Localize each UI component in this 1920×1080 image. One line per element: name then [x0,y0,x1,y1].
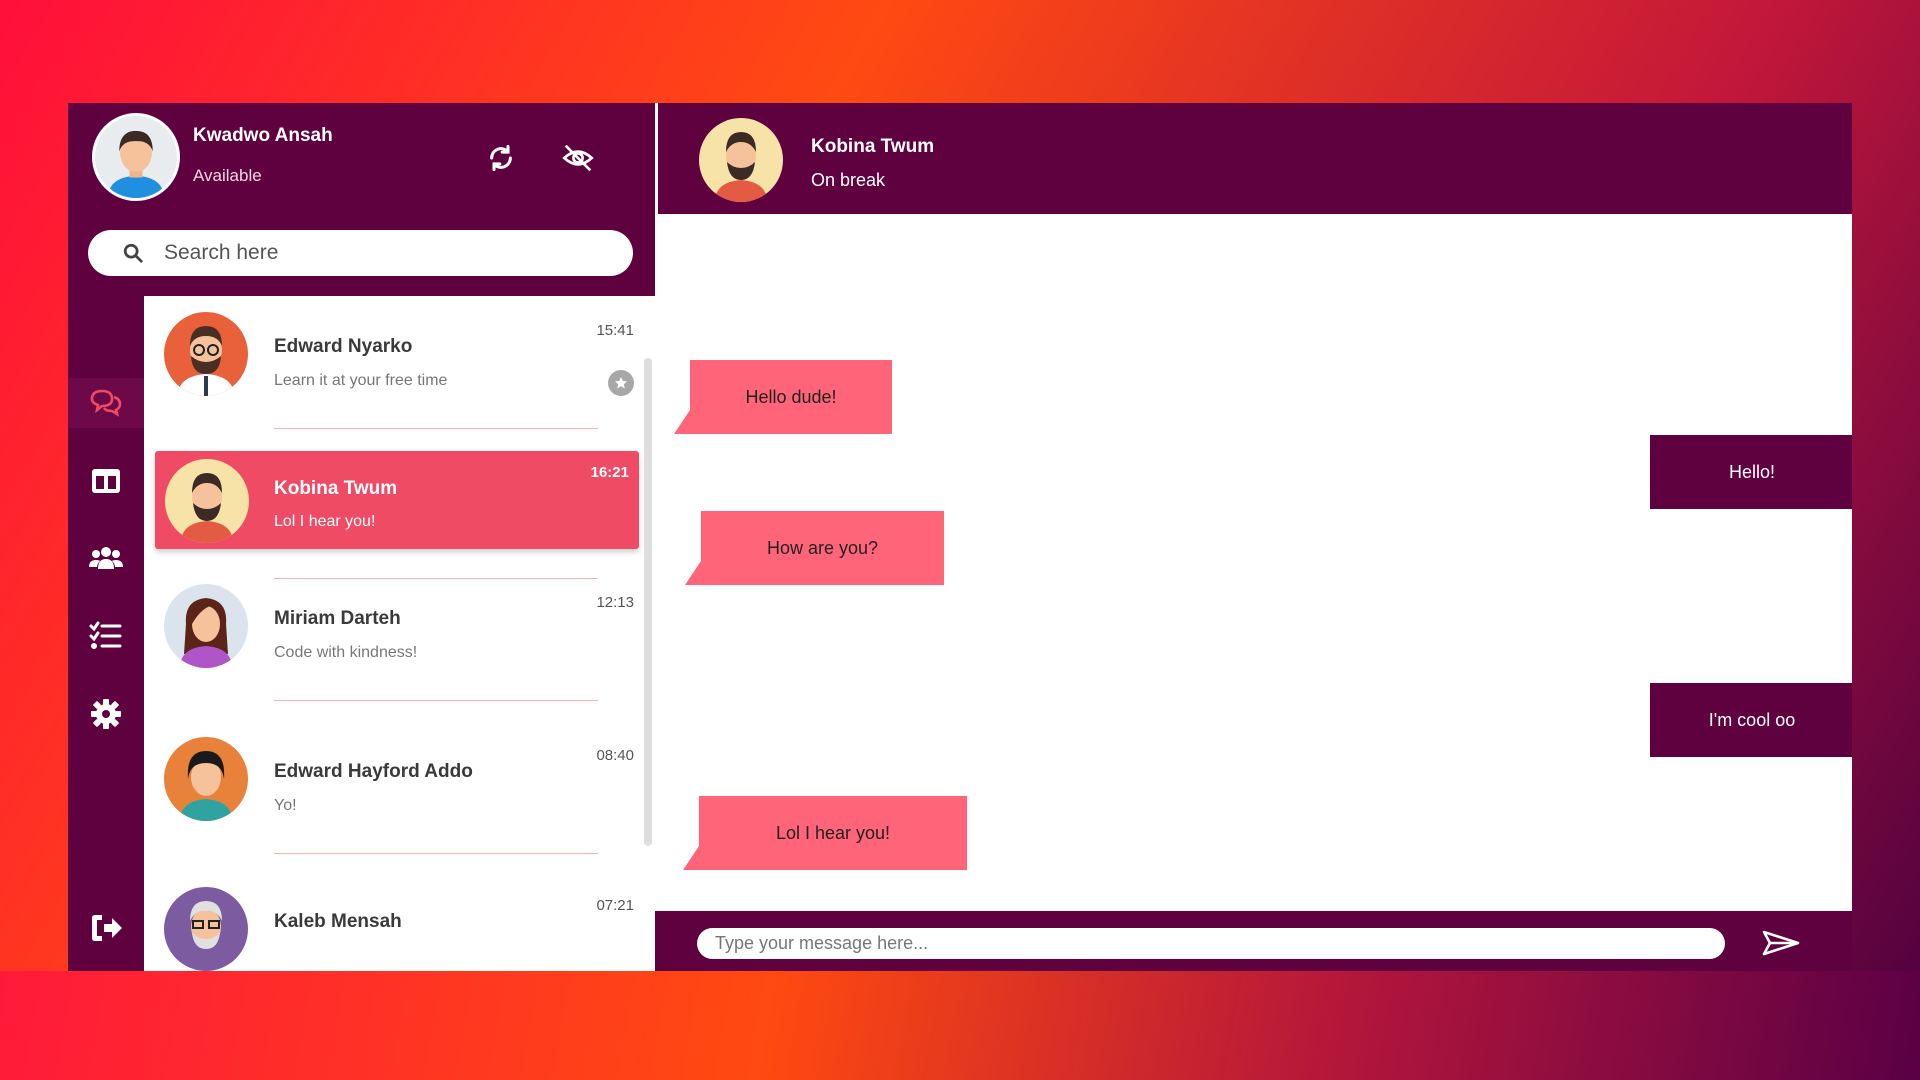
avatar [164,887,248,971]
chat-icon [90,389,122,417]
contact-name: Kobina Twum [811,136,935,157]
message-bubble: Lol I hear you! [683,796,967,870]
chat-app: Kwadwo Ansah Available Search here Edwar… [68,103,1852,971]
message-input[interactable] [697,928,1725,959]
divider [274,700,598,701]
message-bubble: Hello! [1650,435,1852,509]
profile-header: Kwadwo Ansah Available [68,103,655,296]
conversation-header: Kobina Twum On break [655,103,1852,214]
nav-settings[interactable] [68,689,144,739]
refresh-icon [490,144,512,172]
nav-tasks[interactable] [68,611,144,661]
eye-slash-icon [562,145,594,171]
gear-icon [91,699,121,729]
avatar [164,737,248,821]
message-composer [655,911,1852,971]
columns-icon [92,469,120,493]
last-message: Yo! [274,797,297,814]
contact-name: Edward Nyarko [274,336,413,357]
search-input[interactable] [164,241,604,265]
chat-item-kobina-twum[interactable]: Kobina Twum Lol I hear you! 16:21 [155,451,639,549]
message-bubble: Hello dude! [674,360,892,434]
sign-out-icon [92,915,122,941]
contact-name: Miriam Darteh [274,608,401,629]
send-icon [1762,930,1800,956]
contact-name: Kobina Twum [274,478,398,499]
message-bubble: I'm cool oo [1650,683,1852,757]
message-time: 07:21 [596,897,634,914]
chat-list-scrollbar[interactable] [644,358,652,846]
divider [274,578,598,579]
contact-name: Edward Hayford Addo [274,761,473,782]
avatar [164,312,248,396]
message-time: 12:13 [596,594,634,611]
contact-avatar[interactable] [699,118,783,202]
pin-icon [608,370,634,396]
last-message: Learn it at your free time [274,372,448,389]
user-status: Available [193,166,262,185]
contact-status: On break [811,170,886,190]
last-message: Code with kindness! [274,644,418,661]
contact-name: Kaleb Mensah [274,911,402,932]
message-area: Hello dude! Hello! How are you? I'm cool… [655,214,1852,914]
search-icon [123,243,143,263]
message-time: 08:40 [596,747,634,764]
last-message: Lol I hear you! [274,513,376,530]
chat-item-edward-nyarko[interactable]: Edward Nyarko Learn it at your free time… [144,296,655,429]
message-time: 15:41 [596,322,634,339]
nav-board[interactable] [68,456,144,506]
refresh-button[interactable] [481,138,521,178]
nav-chats[interactable] [68,378,144,428]
nav-rail [68,296,144,971]
message-bubble: How are you? [685,511,944,585]
user-avatar[interactable] [92,113,180,201]
chat-item-kaleb-mensah[interactable]: Kaleb Mensah 07:21 [144,871,655,971]
divider [274,428,598,429]
hide-status-button[interactable] [558,138,598,178]
left-panel: Kwadwo Ansah Available Search here Edwar… [68,103,655,971]
chat-item-miriam-darteh[interactable]: Miriam Darteh Code with kindness! 12:13 [144,568,655,701]
background-band [0,971,1920,1080]
nav-logout[interactable] [68,903,144,953]
chat-list: Edward Nyarko Learn it at your free time… [144,296,655,971]
avatar [165,459,249,543]
message-time: 16:21 [590,464,629,481]
user-name: Kwadwo Ansah [193,125,333,146]
send-button[interactable] [1761,923,1801,963]
avatar [164,584,248,668]
nav-groups[interactable] [68,534,144,584]
users-icon [89,547,123,569]
divider [274,853,598,854]
chat-item-edward-hayford-addo[interactable]: Edward Hayford Addo Yo! 08:40 [144,721,655,854]
task-list-icon [89,621,122,649]
search-bar[interactable] [88,230,633,276]
